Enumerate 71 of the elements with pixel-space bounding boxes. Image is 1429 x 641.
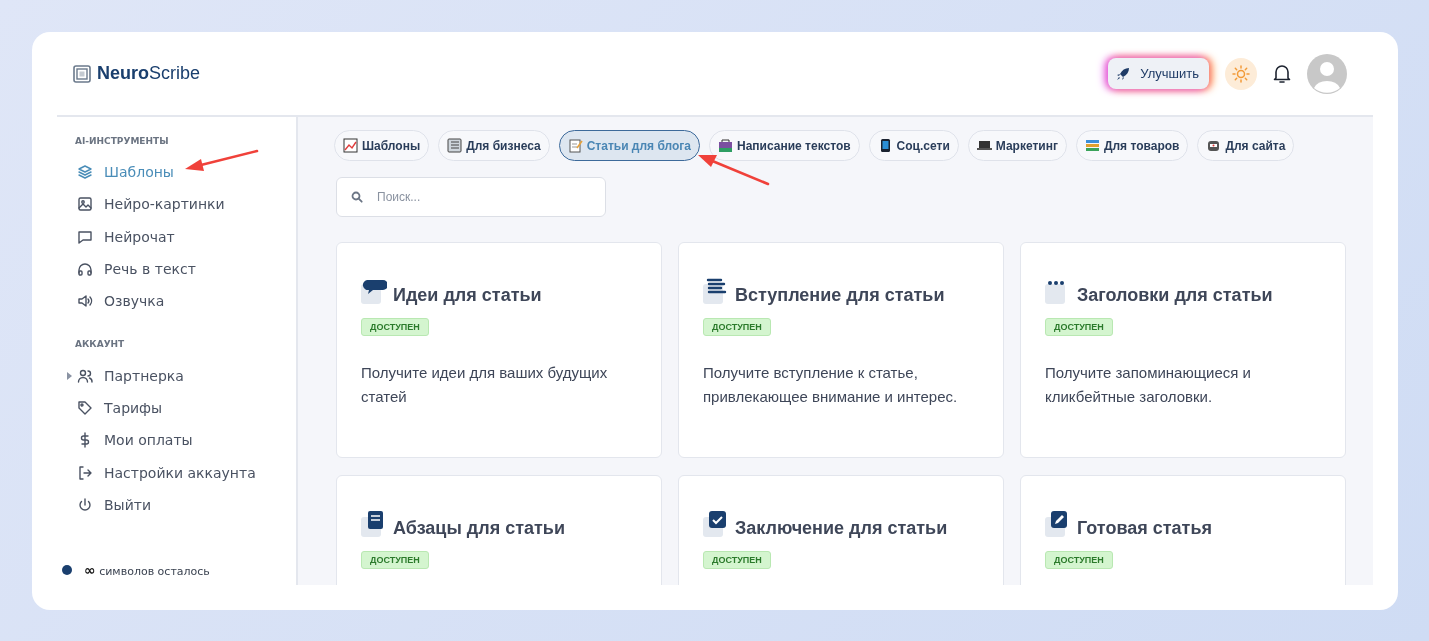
card-title: Заголовки для статьи [1077, 285, 1273, 306]
status-badge: ДОСТУПЕН [361, 551, 429, 569]
category-chip[interactable]: Маркетинг [967, 130, 1067, 161]
sidebar-item[interactable]: Озвучка [57, 285, 165, 318]
template-card[interactable]: Абзацы для статьи ДОСТУПЕН [336, 475, 662, 585]
template-card[interactable]: Заключение для статьи ДОСТУПЕН [678, 475, 1004, 585]
sidebar-item[interactable]: Выйти [57, 488, 151, 521]
logo-icon [73, 64, 91, 83]
section-heading: АККАУНТ [75, 339, 125, 350]
category-chip[interactable]: Для товаров [1075, 130, 1189, 161]
books-icon [1084, 138, 1100, 153]
card-title: Готовая статья [1077, 518, 1212, 539]
sidebar-item[interactable]: Партнерка [57, 359, 184, 392]
card-title: Идеи для статьи [393, 285, 542, 306]
sidebar-item[interactable]: Мои оплаты [57, 424, 193, 457]
template-card[interactable]: Вступление для статьи ДОСТУПЕН Получите вступление к статье, привлекающее внимание и интерес. [678, 242, 1004, 458]
text-lines-icon [703, 278, 729, 306]
robot-icon [1206, 138, 1222, 153]
ledger-icon [447, 138, 463, 153]
template-card[interactable]: Идеи для статьи ДОСТУПЕН Получите идеи для ваших будущих статей [336, 242, 662, 458]
balance-text: ∞ символов осталось [84, 562, 210, 578]
sidebar-item[interactable]: Нейрочат [57, 220, 175, 253]
logo-text: NeuroScribe [97, 63, 201, 84]
template-card[interactable]: Заголовки для статьи ДОСТУПЕН Получите запоминающиеся и кликбейтные заголовки. [1020, 242, 1346, 458]
search-field[interactable]: Поиск... [336, 177, 606, 217]
bag-icon [718, 138, 733, 153]
laptop-icon [976, 138, 992, 153]
category-chip[interactable]: Написание текстов [709, 130, 860, 161]
status-dot [62, 565, 72, 575]
memo-icon [567, 138, 583, 153]
sun-icon [1232, 64, 1250, 83]
status-badge: ДОСТУПЕН [703, 318, 771, 336]
template-card[interactable]: Готовая статья ДОСТУПЕН [1020, 475, 1346, 585]
avatar-icon[interactable] [1307, 53, 1347, 94]
card-title: Заключение для статьи [735, 518, 948, 539]
status-badge: ДОСТУПЕН [1045, 318, 1113, 336]
image-icon [77, 196, 93, 213]
status-badge: ДОСТУПЕН [361, 318, 429, 336]
sidebar-item[interactable]: Настройки аккаунта [57, 456, 256, 489]
card-description: Получите идеи для ваших будущих статей [361, 363, 609, 407]
card-description: Получите вступление к статье, привлекающее внимание и интерес. [703, 363, 959, 407]
power-icon [77, 496, 93, 513]
chart-icon [343, 138, 358, 153]
sidebar-item[interactable]: Нейро-картинки [57, 188, 225, 221]
category-chip[interactable]: Шаблоны [334, 130, 430, 161]
status-badge: ДОСТУПЕН [1045, 551, 1113, 569]
card-description: Получите запоминающиеся и кликбейтные заголовки. [1045, 363, 1252, 407]
tag-icon [77, 399, 93, 416]
speaker-icon [77, 293, 93, 310]
upgrade-button[interactable]: Улучшить [1108, 58, 1209, 89]
speech-bubble-icon [361, 278, 387, 306]
users-icon [77, 367, 93, 384]
chat-icon [77, 228, 93, 245]
status-badge: ДОСТУПЕН [703, 551, 771, 569]
card-title: Вступление для статьи [735, 285, 945, 306]
category-chip[interactable]: Для бизнеса [438, 130, 550, 161]
rocket-icon [1116, 66, 1131, 81]
card-title: Абзацы для статьи [393, 518, 565, 539]
sidebar-item[interactable]: Шаблоны [57, 156, 174, 189]
category-chip[interactable]: Соц.сети [868, 130, 959, 161]
headphones-icon [77, 261, 93, 278]
sidebar-item[interactable]: Тарифы [57, 391, 163, 425]
layers-icon [77, 164, 93, 181]
bell-icon[interactable] [1273, 63, 1291, 84]
caret-icon[interactable] [67, 371, 72, 380]
sidebar-item[interactable]: Речь в текст [57, 252, 196, 286]
category-chip[interactable]: Для сайта [1197, 130, 1295, 161]
theme-toggle-button[interactable] [1225, 57, 1257, 90]
exit-icon [77, 464, 93, 481]
checkbox-icon [703, 511, 729, 539]
section-heading: AI-ИНСТРУМЕНТЫ [75, 136, 169, 146]
